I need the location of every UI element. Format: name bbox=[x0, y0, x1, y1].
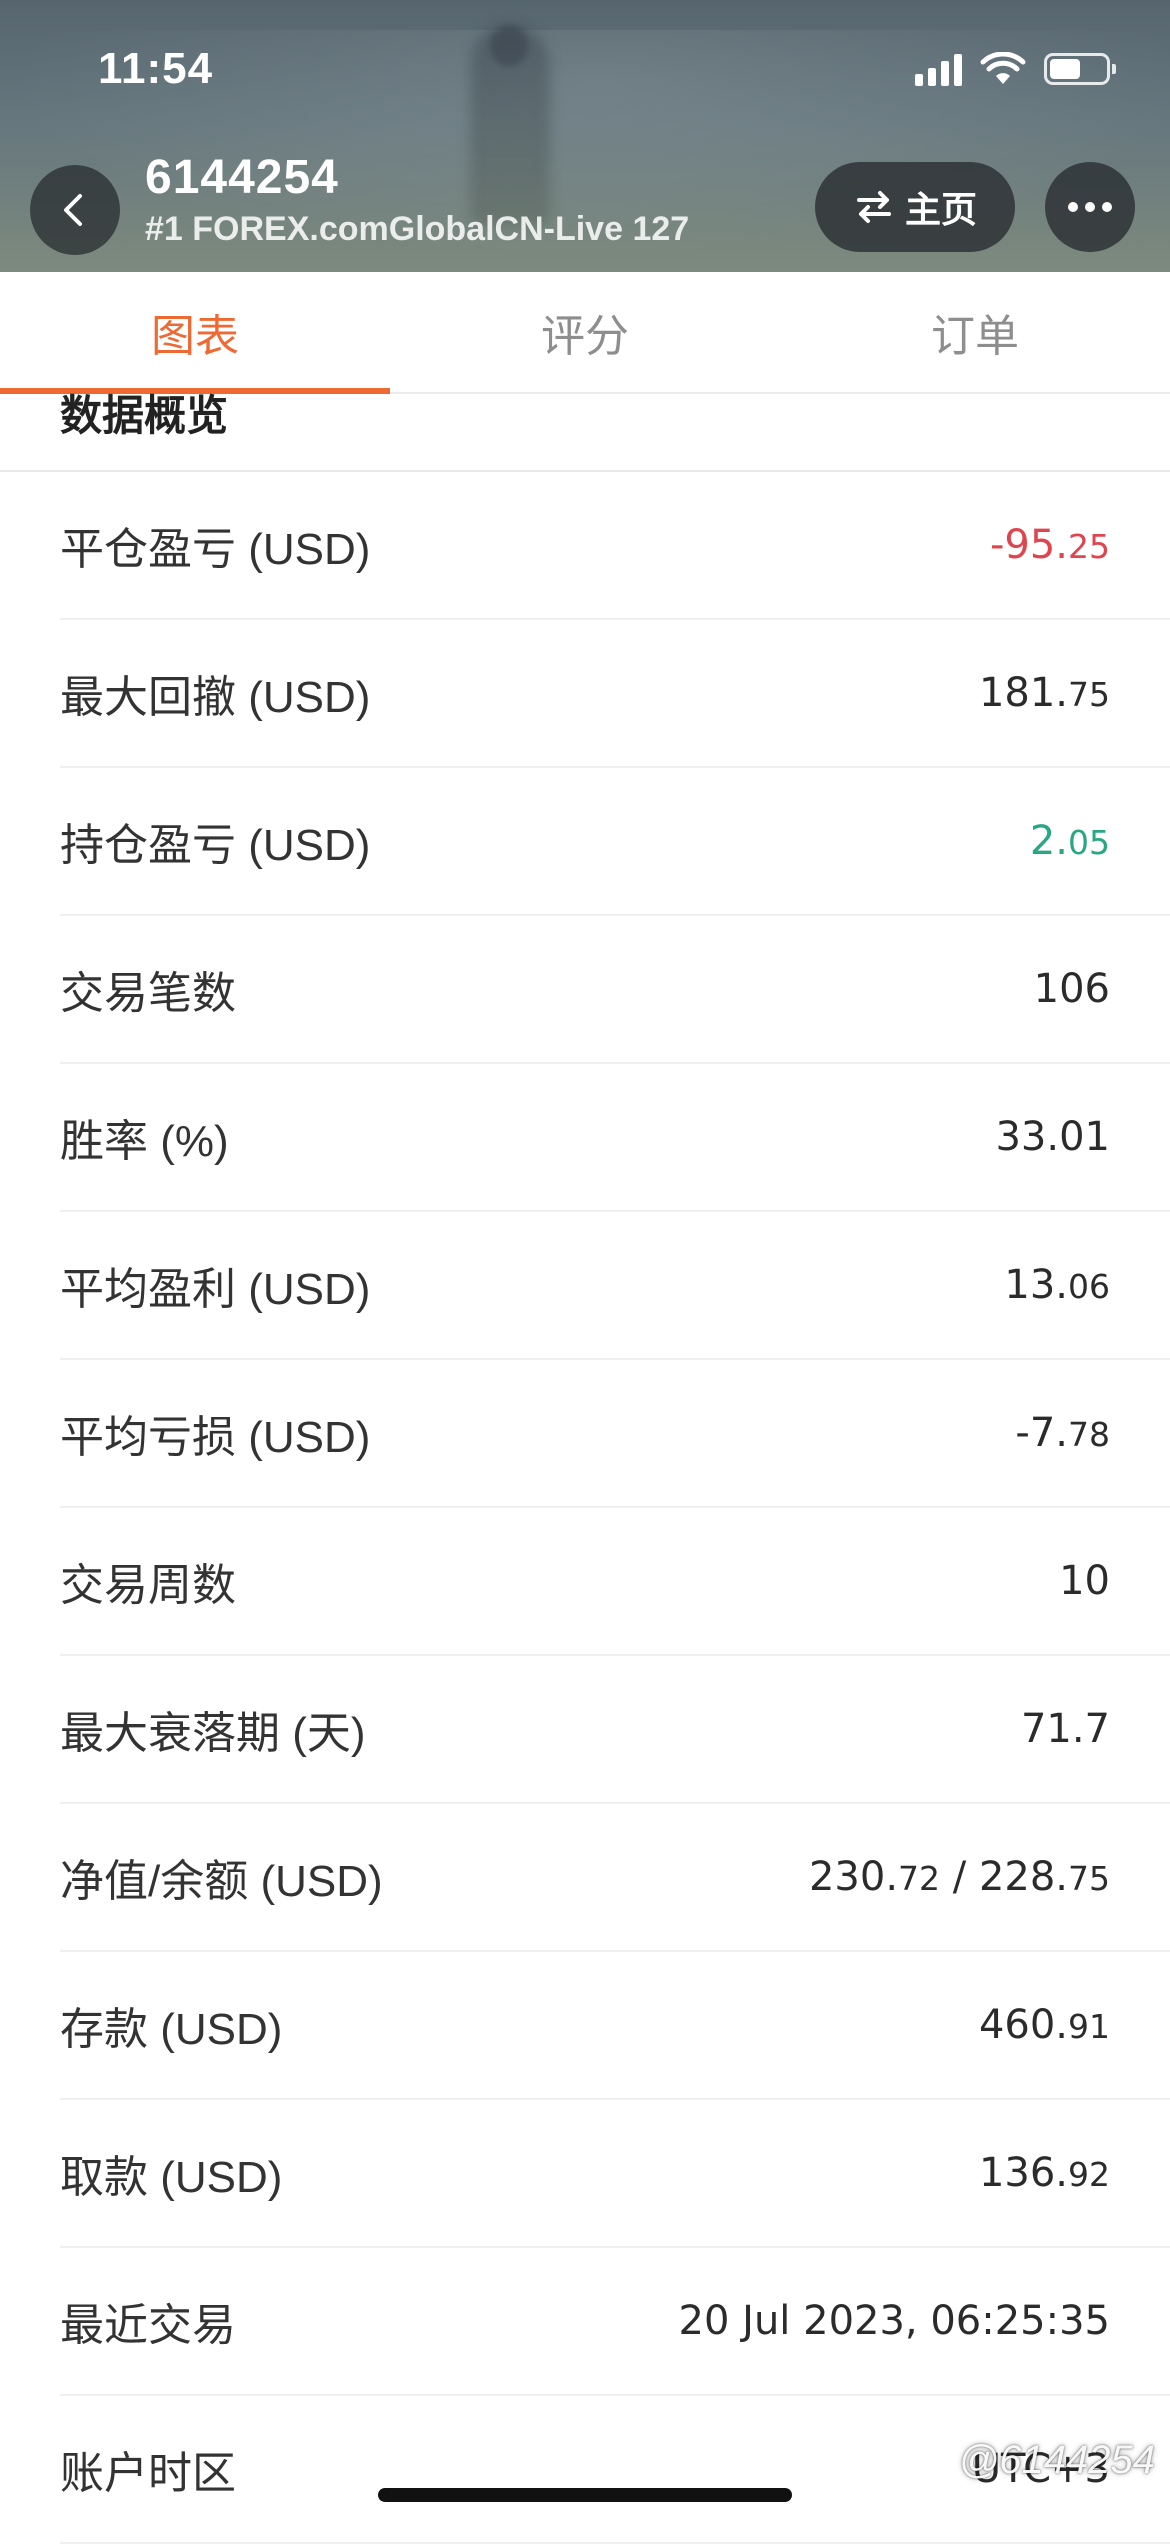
chevron-left-icon bbox=[64, 194, 82, 226]
stat-label: 平仓盈亏 (USD) bbox=[60, 525, 371, 574]
stat-label: 最大回撤 (USD) bbox=[60, 673, 371, 722]
stat-row-deposit: 存款 (USD) 460.91 bbox=[60, 1952, 1170, 2100]
header: 11:54 6144254 #1 FOREX.comGlobalCN-Live … bbox=[0, 0, 1170, 272]
stat-row-withdrawal: 取款 (USD) 136.92 bbox=[60, 2100, 1170, 2248]
stat-row-max-drawdown-period: 最大衰落期 (天) 71.7 bbox=[60, 1656, 1170, 1804]
stat-value: 460.91 bbox=[978, 2002, 1110, 2048]
stat-value: -7.78 bbox=[1015, 1410, 1110, 1456]
wifi-icon bbox=[980, 52, 1026, 84]
stat-row-equity-balance: 净值/余额 (USD) 230.72 / 228.75 bbox=[60, 1804, 1170, 1952]
server-name: #1 FOREX.comGlobalCN-Live 127 bbox=[145, 210, 690, 248]
tab-score[interactable]: 评分 bbox=[390, 272, 780, 392]
stat-label: 平均亏损 (USD) bbox=[60, 1413, 371, 1462]
stat-label: 净值/余额 (USD) bbox=[60, 1857, 383, 1906]
stat-label: 持仓盈亏 (USD) bbox=[60, 821, 371, 870]
more-dots-icon bbox=[1068, 202, 1112, 212]
stat-label: 取款 (USD) bbox=[60, 2153, 283, 2202]
section-title: 数据概览 bbox=[60, 392, 229, 439]
stat-value: 230.72 / 228.75 bbox=[808, 1854, 1110, 1900]
stat-row-avg-loss: 平均亏损 (USD) -7.78 bbox=[60, 1360, 1170, 1508]
stat-value: 181.75 bbox=[978, 670, 1110, 716]
stat-label: 账户时区 bbox=[60, 2449, 236, 2498]
stat-label: 存款 (USD) bbox=[60, 2005, 283, 2054]
stat-row-closed-pnl: 平仓盈亏 (USD) -95.25 bbox=[60, 472, 1170, 620]
stat-label: 交易周数 bbox=[60, 1561, 236, 1610]
home-button[interactable]: 主页 bbox=[815, 162, 1015, 252]
tab-bar: 图表 评分 订单 bbox=[0, 272, 1170, 394]
stat-row-max-drawdown: 最大回撤 (USD) 181.75 bbox=[60, 620, 1170, 768]
stat-row-trade-count: 交易笔数 106 bbox=[60, 916, 1170, 1064]
stat-row-trading-weeks: 交易周数 10 bbox=[60, 1508, 1170, 1656]
cellular-signal-icon bbox=[915, 52, 962, 86]
stat-value: 106 bbox=[1033, 966, 1110, 1012]
stat-label: 交易笔数 bbox=[60, 969, 236, 1018]
stat-row-win-rate: 胜率 (%) 33.01 bbox=[60, 1064, 1170, 1212]
stat-label: 最大衰落期 (天) bbox=[60, 1709, 366, 1758]
battery-icon bbox=[1044, 53, 1116, 85]
stat-value: 2.05 bbox=[1029, 818, 1110, 864]
stat-row-avg-profit: 平均盈利 (USD) 13.06 bbox=[60, 1212, 1170, 1360]
tab-orders[interactable]: 订单 bbox=[780, 272, 1170, 392]
back-button[interactable] bbox=[30, 165, 120, 255]
stat-label: 平均盈利 (USD) bbox=[60, 1265, 371, 1314]
switch-arrows-icon bbox=[856, 191, 891, 223]
tab-chart[interactable]: 图表 bbox=[0, 272, 390, 394]
stat-label: 最近交易 bbox=[60, 2301, 236, 2350]
stat-row-open-pnl: 持仓盈亏 (USD) 2.05 bbox=[60, 768, 1170, 916]
status-time: 11:54 bbox=[98, 44, 214, 93]
stat-value: 20 Jul 2023, 06:25:35 bbox=[678, 2298, 1110, 2344]
more-button[interactable] bbox=[1045, 162, 1135, 252]
stat-value: 71.7 bbox=[1020, 1706, 1110, 1752]
account-id: 6144254 bbox=[145, 151, 339, 204]
home-indicator[interactable] bbox=[378, 2488, 792, 2502]
home-button-label: 主页 bbox=[904, 189, 977, 230]
stat-row-last-trade: 最近交易 20 Jul 2023, 06:25:35 bbox=[60, 2248, 1170, 2396]
status-icons bbox=[915, 52, 1116, 86]
stat-value: 10 bbox=[1059, 1558, 1110, 1604]
stat-value: 33.01 bbox=[995, 1114, 1110, 1160]
stat-value: -95.25 bbox=[989, 522, 1110, 568]
watermark: @6144254 bbox=[958, 2438, 1155, 2482]
stat-value: 13.06 bbox=[1004, 1262, 1110, 1308]
stat-value: 136.92 bbox=[978, 2150, 1110, 2196]
stats-list: 平仓盈亏 (USD) -95.25 最大回撤 (USD) 181.75 持仓盈亏… bbox=[0, 472, 1170, 2544]
stat-label: 胜率 (%) bbox=[60, 1117, 229, 1166]
background-figure-head bbox=[490, 26, 528, 66]
